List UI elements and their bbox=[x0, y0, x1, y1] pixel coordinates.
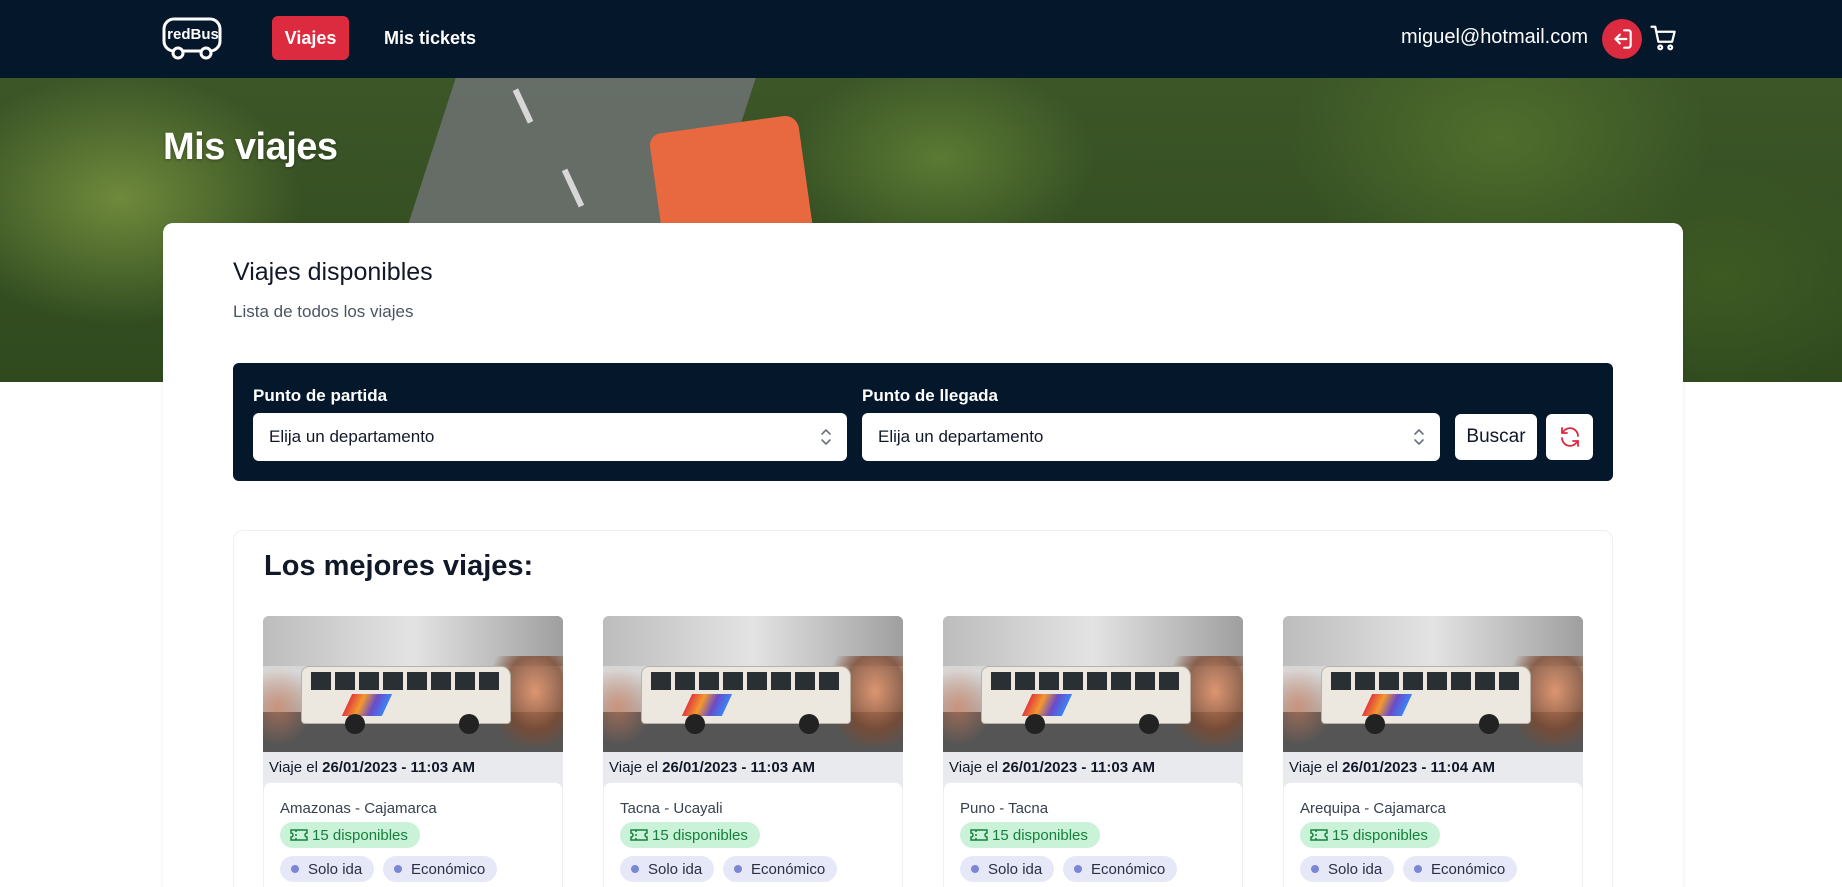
cart-button[interactable] bbox=[1648, 22, 1680, 54]
trip-route: Arequipa - Cajamarca bbox=[1300, 800, 1446, 817]
logout-icon bbox=[1614, 29, 1632, 49]
arrival-label: Punto de llegada bbox=[862, 386, 999, 405]
bus-photo bbox=[1283, 616, 1583, 752]
trip-route: Puno - Tacna bbox=[960, 800, 1049, 817]
trip-tag-economico: Económico bbox=[383, 856, 498, 882]
trip-tag-solo-ida: Solo ida bbox=[280, 856, 375, 882]
trip-route: Tacna - Ucayali bbox=[620, 800, 723, 817]
trip-card[interactable]: Viaje el 26/01/2023 - 11:03 AM Amazonas … bbox=[263, 616, 563, 887]
trip-date: Viaje el 26/01/2023 - 11:03 AM bbox=[949, 759, 1155, 776]
refresh-icon bbox=[1560, 427, 1579, 447]
departure-select[interactable]: Elija un departamento bbox=[253, 413, 847, 461]
nav-item-mis-tickets[interactable]: Mis tickets bbox=[384, 16, 476, 60]
departure-label: Punto de partida bbox=[253, 386, 388, 405]
trip-tag-economico: Económico bbox=[723, 856, 838, 882]
trip-tag-solo-ida: Solo ida bbox=[1300, 856, 1395, 882]
ticket-icon bbox=[290, 829, 308, 841]
best-trips-title: Los mejores viajes: bbox=[264, 550, 534, 582]
availability-badge: 15 disponibles bbox=[280, 822, 420, 848]
bus-photo bbox=[263, 616, 563, 752]
trip-tag-economico: Económico bbox=[1403, 856, 1518, 882]
trip-date: Viaje el 26/01/2023 - 11:04 AM bbox=[1289, 759, 1495, 776]
top-navbar: redBus Viajes Mis tickets miguel@hotmail… bbox=[0, 0, 1842, 78]
bus-photo bbox=[943, 616, 1243, 752]
ticket-icon bbox=[630, 829, 648, 841]
trip-card[interactable]: Viaje el 26/01/2023 - 11:03 AM Tacna - U… bbox=[603, 616, 903, 887]
chevron-updown-icon bbox=[821, 429, 831, 445]
availability-badge: 15 disponibles bbox=[1300, 822, 1440, 848]
search-button[interactable]: Buscar bbox=[1455, 414, 1537, 460]
logout-button[interactable] bbox=[1602, 19, 1642, 59]
ticket-icon bbox=[970, 829, 988, 841]
redbus-logo[interactable]: redBus bbox=[162, 17, 224, 61]
trip-date: Viaje el 26/01/2023 - 11:03 AM bbox=[269, 759, 475, 776]
trip-card[interactable]: Viaje el 26/01/2023 - 11:04 AM Arequipa … bbox=[1283, 616, 1583, 887]
nav-item-viajes[interactable]: Viajes bbox=[272, 16, 349, 60]
trip-card[interactable]: Viaje el 26/01/2023 - 11:03 AM Puno - Ta… bbox=[943, 616, 1243, 887]
user-email: miguel@hotmail.com bbox=[1400, 26, 1588, 48]
availability-badge: 15 disponibles bbox=[620, 822, 760, 848]
trip-route: Amazonas - Cajamarca bbox=[280, 800, 437, 817]
bus-photo bbox=[603, 616, 903, 752]
arrival-select[interactable]: Elija un departamento bbox=[862, 413, 1440, 461]
departure-select-value: Elija un departamento bbox=[269, 427, 435, 446]
arrival-select-value: Elija un departamento bbox=[878, 427, 1044, 446]
svg-text:redBus: redBus bbox=[167, 26, 219, 43]
trip-tag-solo-ida: Solo ida bbox=[960, 856, 1055, 882]
cart-icon bbox=[1650, 25, 1676, 51]
ticket-icon bbox=[1310, 829, 1328, 841]
availability-badge: 15 disponibles bbox=[960, 822, 1100, 848]
trip-date: Viaje el 26/01/2023 - 11:03 AM bbox=[609, 759, 815, 776]
trip-tag-economico: Económico bbox=[1063, 856, 1178, 882]
section-title: Viajes disponibles bbox=[233, 258, 433, 286]
chevron-updown-icon bbox=[1414, 429, 1424, 445]
page-title: Mis viajes bbox=[163, 126, 338, 168]
section-subtitle: Lista de todos los viajes bbox=[233, 302, 414, 321]
refresh-button[interactable] bbox=[1546, 414, 1593, 460]
trip-tag-solo-ida: Solo ida bbox=[620, 856, 715, 882]
